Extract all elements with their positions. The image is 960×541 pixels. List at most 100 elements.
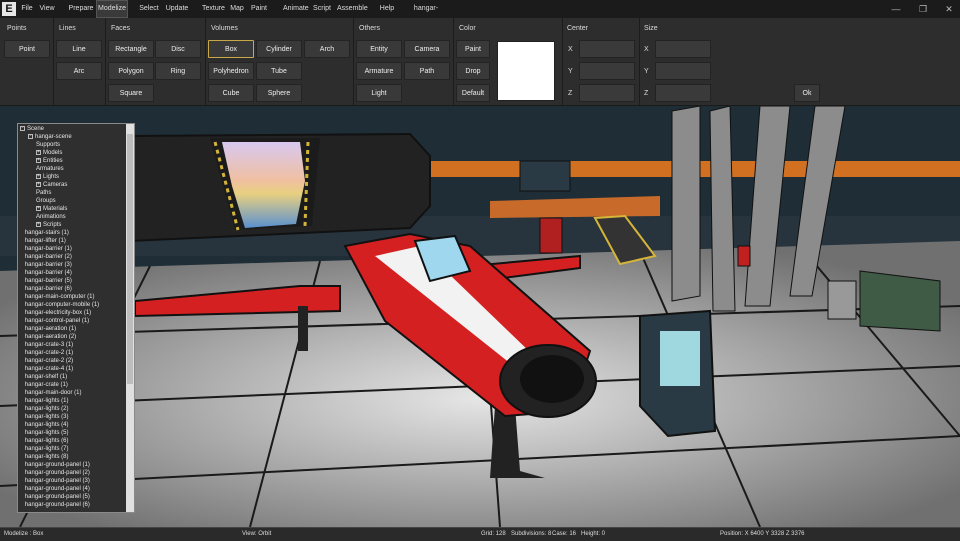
menu-assemble[interactable]: Assemble bbox=[337, 0, 368, 18]
ok-button[interactable]: Ok bbox=[794, 84, 820, 102]
scene-object-item[interactable]: hangar-barrier (5) bbox=[25, 277, 72, 285]
scene-object-item[interactable]: hangar-aeration (1) bbox=[25, 325, 76, 333]
menu-texture[interactable]: Texture bbox=[202, 0, 225, 18]
scene-tree-node[interactable]: + Models bbox=[36, 149, 62, 157]
paint-button[interactable]: Paint bbox=[456, 40, 490, 58]
scene-object-item[interactable]: hangar-lights (5) bbox=[25, 429, 69, 437]
restore-icon[interactable]: ❐ bbox=[916, 2, 930, 16]
scene-object-item[interactable]: hangar-lights (8) bbox=[25, 453, 69, 461]
scene-tree-node[interactable]: Paths bbox=[36, 189, 51, 197]
menu-animate[interactable]: Animate bbox=[283, 0, 309, 18]
menu-update[interactable]: Update bbox=[165, 0, 189, 18]
menu-help[interactable]: Help bbox=[379, 0, 395, 18]
default-color-button[interactable]: Default bbox=[456, 84, 490, 102]
ring-button[interactable]: Ring bbox=[155, 62, 201, 80]
size-y-input[interactable] bbox=[655, 62, 711, 80]
scene-object-item[interactable]: hangar-crate (1) bbox=[25, 381, 68, 389]
expand-icon[interactable]: + bbox=[36, 221, 41, 227]
menu-map[interactable]: Map bbox=[229, 0, 245, 18]
size-z-input[interactable] bbox=[655, 84, 711, 102]
minimize-icon[interactable]: — bbox=[889, 2, 903, 16]
point-button[interactable]: Point bbox=[4, 40, 50, 58]
menu-script[interactable]: Script bbox=[312, 0, 332, 18]
cube-button[interactable]: Cube bbox=[208, 84, 254, 102]
scene-tree-node[interactable]: + Entities bbox=[36, 157, 63, 165]
scene-object-item[interactable]: hangar-control-panel (1) bbox=[25, 317, 89, 325]
size-x-input[interactable] bbox=[655, 40, 711, 58]
close-icon[interactable]: ✕ bbox=[942, 2, 956, 16]
menu-paint[interactable]: Paint bbox=[250, 0, 268, 18]
drop-button[interactable]: Drop bbox=[456, 62, 490, 80]
scene-object-item[interactable]: hangar-barrier (2) bbox=[25, 253, 72, 261]
scene-object-item[interactable]: hangar-ground-panel (1) bbox=[25, 461, 90, 469]
3d-viewport[interactable] bbox=[0, 106, 960, 527]
entity-button[interactable]: Entity bbox=[356, 40, 402, 58]
scene-object-item[interactable]: hangar-ground-panel (4) bbox=[25, 485, 90, 493]
scene-object-item[interactable]: hangar-main-door (1) bbox=[25, 389, 82, 397]
center-z-input[interactable] bbox=[579, 84, 635, 102]
arc-button[interactable]: Arc bbox=[56, 62, 102, 80]
line-button[interactable]: Line bbox=[56, 40, 102, 58]
polygon-button[interactable]: Polygon bbox=[108, 62, 154, 80]
scene-object-item[interactable]: hangar-lights (4) bbox=[25, 421, 69, 429]
menu-view[interactable]: View bbox=[38, 0, 56, 18]
menu-select[interactable]: Select bbox=[139, 0, 159, 18]
scene-tree-node[interactable]: Supports bbox=[36, 141, 60, 149]
scene-tree-node[interactable]: - hangar-scene bbox=[28, 133, 72, 141]
scene-object-item[interactable]: hangar-ground-panel (3) bbox=[25, 477, 90, 485]
scene-object-item[interactable]: hangar-ground-panel (6) bbox=[25, 501, 90, 509]
polyhedron-button[interactable]: Polyhedron bbox=[208, 62, 254, 80]
path-button[interactable]: Path bbox=[404, 62, 450, 80]
scene-tree-node[interactable]: + Lights bbox=[36, 173, 59, 181]
scene-object-item[interactable]: hangar-lights (1) bbox=[25, 397, 69, 405]
scene-tree-node[interactable]: Animations bbox=[36, 213, 66, 221]
camera-button[interactable]: Camera bbox=[404, 40, 450, 58]
expand-icon[interactable]: + bbox=[36, 149, 41, 155]
scene-object-item[interactable]: hangar-crate-2 (1) bbox=[25, 349, 73, 357]
collapse-icon[interactable]: - bbox=[28, 133, 33, 139]
scene-object-item[interactable]: hangar-barrier (6) bbox=[25, 285, 72, 293]
scene-object-item[interactable]: hangar-lights (6) bbox=[25, 437, 69, 445]
scene-object-item[interactable]: hangar-electricity-box (1) bbox=[25, 309, 91, 317]
center-y-input[interactable] bbox=[579, 62, 635, 80]
expand-icon[interactable]: + bbox=[36, 205, 41, 211]
scene-object-item[interactable]: hangar-barrier (4) bbox=[25, 269, 72, 277]
scene-tree-node[interactable]: + Materials bbox=[36, 205, 67, 213]
sphere-button[interactable]: Sphere bbox=[256, 84, 302, 102]
rectangle-button[interactable]: Rectangle bbox=[108, 40, 154, 58]
scene-object-item[interactable]: hangar-shelf (1) bbox=[25, 373, 67, 381]
scene-object-item[interactable]: hangar-crate-4 (1) bbox=[25, 365, 73, 373]
square-button[interactable]: Square bbox=[108, 84, 154, 102]
tube-button[interactable]: Tube bbox=[256, 62, 302, 80]
cylinder-button[interactable]: Cylinder bbox=[256, 40, 302, 58]
scene-object-item[interactable]: hangar-computer-mobile (1) bbox=[25, 301, 99, 309]
scene-object-item[interactable]: hangar-barrier (3) bbox=[25, 261, 72, 269]
scene-object-item[interactable]: hangar-aeration (2) bbox=[25, 333, 76, 341]
scene-tree-node[interactable]: - Scene bbox=[20, 125, 44, 133]
scene-object-item[interactable]: hangar-ground-panel (2) bbox=[25, 469, 90, 477]
scene-object-item[interactable]: hangar-main-computer (1) bbox=[25, 293, 95, 301]
arch-button[interactable]: Arch bbox=[304, 40, 350, 58]
armature-button[interactable]: Armature bbox=[356, 62, 402, 80]
light-button[interactable]: Light bbox=[356, 84, 402, 102]
scene-object-item[interactable]: hangar-lights (2) bbox=[25, 405, 69, 413]
scene-object-item[interactable]: hangar-crate-3 (1) bbox=[25, 341, 73, 349]
scene-object-item[interactable]: hangar-ground-panel (5) bbox=[25, 493, 90, 501]
scene-object-item[interactable]: hangar-barrier (1) bbox=[25, 245, 72, 253]
scene-object-item[interactable]: hangar-lights (3) bbox=[25, 413, 69, 421]
scene-tree-node[interactable]: + Cameras bbox=[36, 181, 67, 189]
menu-file[interactable]: File bbox=[20, 0, 34, 18]
scene-object-item[interactable]: hangar-lifter (1) bbox=[25, 237, 66, 245]
menu-modelize[interactable]: Modelize bbox=[96, 0, 128, 18]
menu-prepare[interactable]: Prepare bbox=[68, 0, 94, 18]
scene-object-item[interactable]: hangar-lights (7) bbox=[25, 445, 69, 453]
scene-tree-node[interactable]: Groups bbox=[36, 197, 56, 205]
scene-tree-node[interactable]: Armatures bbox=[36, 165, 64, 173]
collapse-icon[interactable]: - bbox=[20, 125, 25, 131]
center-x-input[interactable] bbox=[579, 40, 635, 58]
scene-object-item[interactable]: hangar-crate-2 (2) bbox=[25, 357, 73, 365]
scene-tree-scroll-thumb[interactable] bbox=[127, 134, 133, 384]
expand-icon[interactable]: + bbox=[36, 173, 41, 179]
scene-tree-node[interactable]: + Scripts bbox=[36, 221, 61, 229]
expand-icon[interactable]: + bbox=[36, 181, 41, 187]
